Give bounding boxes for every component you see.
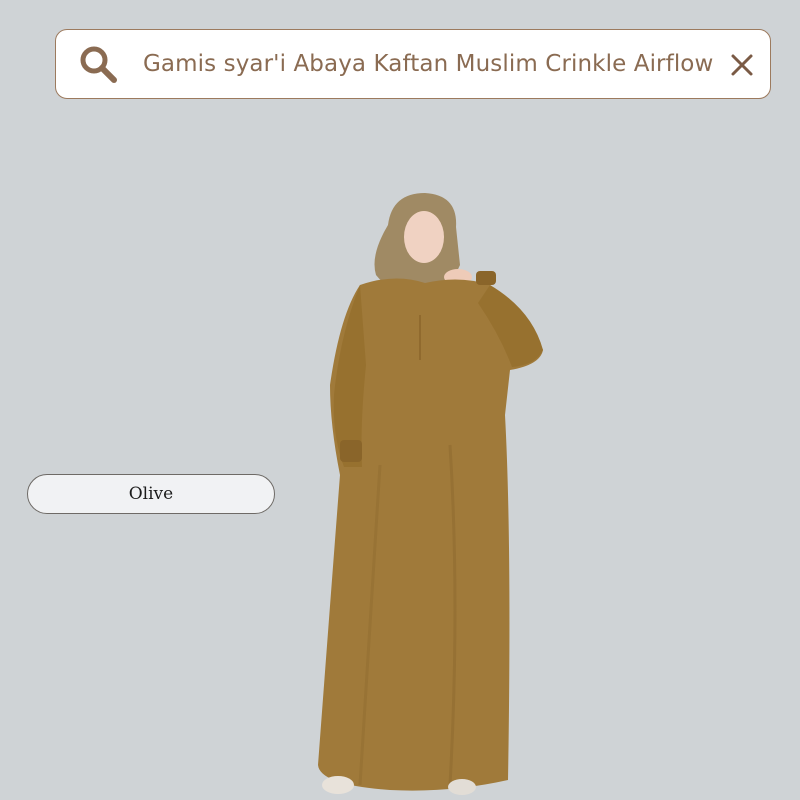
variant-label: Olive — [128, 484, 174, 504]
face-shape — [404, 211, 444, 263]
cuff-left — [340, 440, 362, 462]
search-input[interactable]: Gamis syar'i Abaya Kaftan Muslim Crinkle… — [143, 30, 713, 98]
variant-option-olive[interactable]: Olive — [27, 474, 275, 514]
search-bar[interactable]: Gamis syar'i Abaya Kaftan Muslim Crinkle… — [55, 29, 771, 99]
close-icon[interactable] — [730, 53, 754, 77]
cuff-right — [476, 271, 496, 285]
product-image — [318, 193, 543, 795]
shoe-left — [322, 776, 354, 794]
search-icon[interactable] — [78, 44, 118, 84]
shoe-right — [448, 779, 476, 795]
